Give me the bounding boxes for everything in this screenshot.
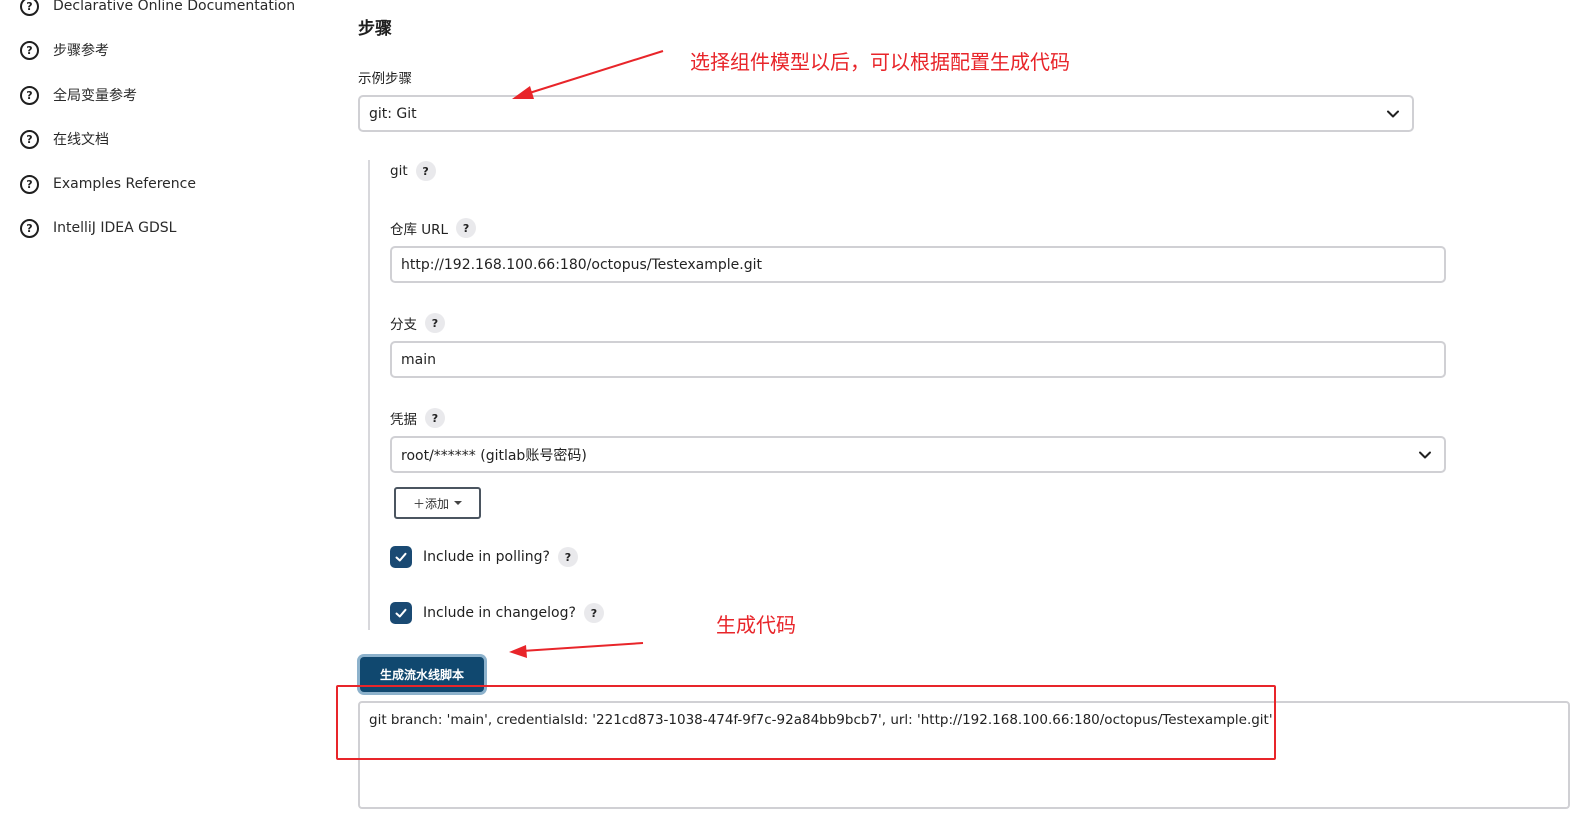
- sidebar-item-global-variables[interactable]: ? 全局变量参考: [20, 83, 137, 107]
- checkmark-icon: [395, 552, 407, 562]
- sidebar-item-label: 步骤参考: [53, 43, 109, 59]
- help-icon[interactable]: ?: [557, 547, 578, 567]
- sidebar-item-online-docs[interactable]: ? 在线文档: [20, 127, 109, 151]
- git-step-label: git ?: [390, 161, 436, 181]
- sidebar-item-intellij-gdsl[interactable]: ? IntelliJ IDEA GDSL: [20, 216, 176, 240]
- sidebar-item-label: 在线文档: [53, 132, 109, 148]
- annotation-arrow-top: [512, 50, 664, 99]
- include-polling-label: Include in polling?: [423, 549, 550, 565]
- help-icon[interactable]: ?: [456, 218, 477, 238]
- sample-step-label-text: 示例步骤: [358, 71, 412, 87]
- annotation-bottom: 生成代码: [716, 613, 796, 637]
- help-circle-icon: ?: [20, 129, 39, 149]
- caret-down-icon: [454, 501, 462, 505]
- add-credentials-button[interactable]: ＋添加: [394, 487, 481, 519]
- sidebar-item-declarative-docs[interactable]: ? Declarative Online Documentation: [20, 0, 295, 18]
- annotation-arrow-bottom: [509, 642, 644, 658]
- credentials-value: root/****** (gitlab账号密码): [401, 447, 587, 464]
- config-block-border: [368, 160, 370, 630]
- add-button-label: ＋添加: [412, 496, 449, 511]
- repo-url-value: http://192.168.100.66:180/octopus/Testex…: [401, 256, 763, 273]
- help-circle-icon: ?: [20, 174, 39, 194]
- include-changelog-label: Include in changelog?: [423, 605, 576, 621]
- section-title: 步骤: [358, 19, 392, 39]
- generate-pipeline-script-button[interactable]: 生成流水线脚本: [360, 657, 484, 692]
- sidebar-item-label: Declarative Online Documentation: [53, 0, 296, 14]
- branch-value: main: [401, 351, 436, 368]
- credentials-label: 凭据 ?: [390, 408, 445, 428]
- sample-step-value: git: Git: [369, 105, 417, 122]
- help-circle-icon: ?: [20, 0, 39, 16]
- credentials-label-text: 凭据: [390, 412, 417, 428]
- branch-label-text: 分支: [390, 317, 417, 333]
- sidebar-item-step-reference[interactable]: ? 步骤参考: [20, 38, 109, 62]
- include-polling-row: Include in polling? ?: [390, 546, 578, 568]
- checkmark-icon: [395, 608, 407, 618]
- help-circle-icon: ?: [20, 40, 39, 60]
- include-changelog-row: Include in changelog? ?: [390, 602, 604, 624]
- sample-step-select[interactable]: git: Git: [358, 95, 1414, 132]
- repo-url-input[interactable]: http://192.168.100.66:180/octopus/Testex…: [390, 246, 1446, 283]
- branch-label: 分支 ?: [390, 313, 445, 333]
- sidebar-item-examples-reference[interactable]: ? Examples Reference: [20, 172, 196, 196]
- generated-script-text: git branch: 'main', credentialsId: '221c…: [369, 712, 1273, 728]
- sidebar-item-label: Examples Reference: [53, 176, 196, 192]
- branch-input[interactable]: main: [390, 341, 1446, 378]
- include-polling-checkbox[interactable]: [390, 546, 412, 568]
- help-icon[interactable]: ?: [425, 408, 445, 428]
- chevron-down-icon: [1419, 451, 1431, 459]
- help-icon[interactable]: ?: [415, 161, 436, 181]
- repo-url-label-text: 仓库 URL: [390, 222, 449, 238]
- help-icon[interactable]: ?: [583, 603, 604, 623]
- annotation-top: 选择组件模型以后，可以根据配置生成代码: [690, 50, 1070, 74]
- git-step-name: git: [390, 163, 408, 179]
- help-circle-icon: ?: [20, 218, 39, 238]
- sample-step-label: 示例步骤: [358, 67, 412, 87]
- generate-button-label: 生成流水线脚本: [379, 668, 464, 682]
- sidebar-item-label: 全局变量参考: [53, 88, 137, 104]
- sidebar-item-label: IntelliJ IDEA GDSL: [53, 220, 177, 236]
- generated-script-output[interactable]: git branch: 'main', credentialsId: '221c…: [358, 701, 1570, 809]
- credentials-select[interactable]: root/****** (gitlab账号密码): [390, 436, 1446, 473]
- help-icon[interactable]: ?: [425, 313, 445, 333]
- chevron-down-icon: [1387, 110, 1399, 118]
- help-circle-icon: ?: [20, 85, 39, 105]
- repo-url-label: 仓库 URL ?: [390, 218, 477, 238]
- include-changelog-checkbox[interactable]: [390, 602, 412, 624]
